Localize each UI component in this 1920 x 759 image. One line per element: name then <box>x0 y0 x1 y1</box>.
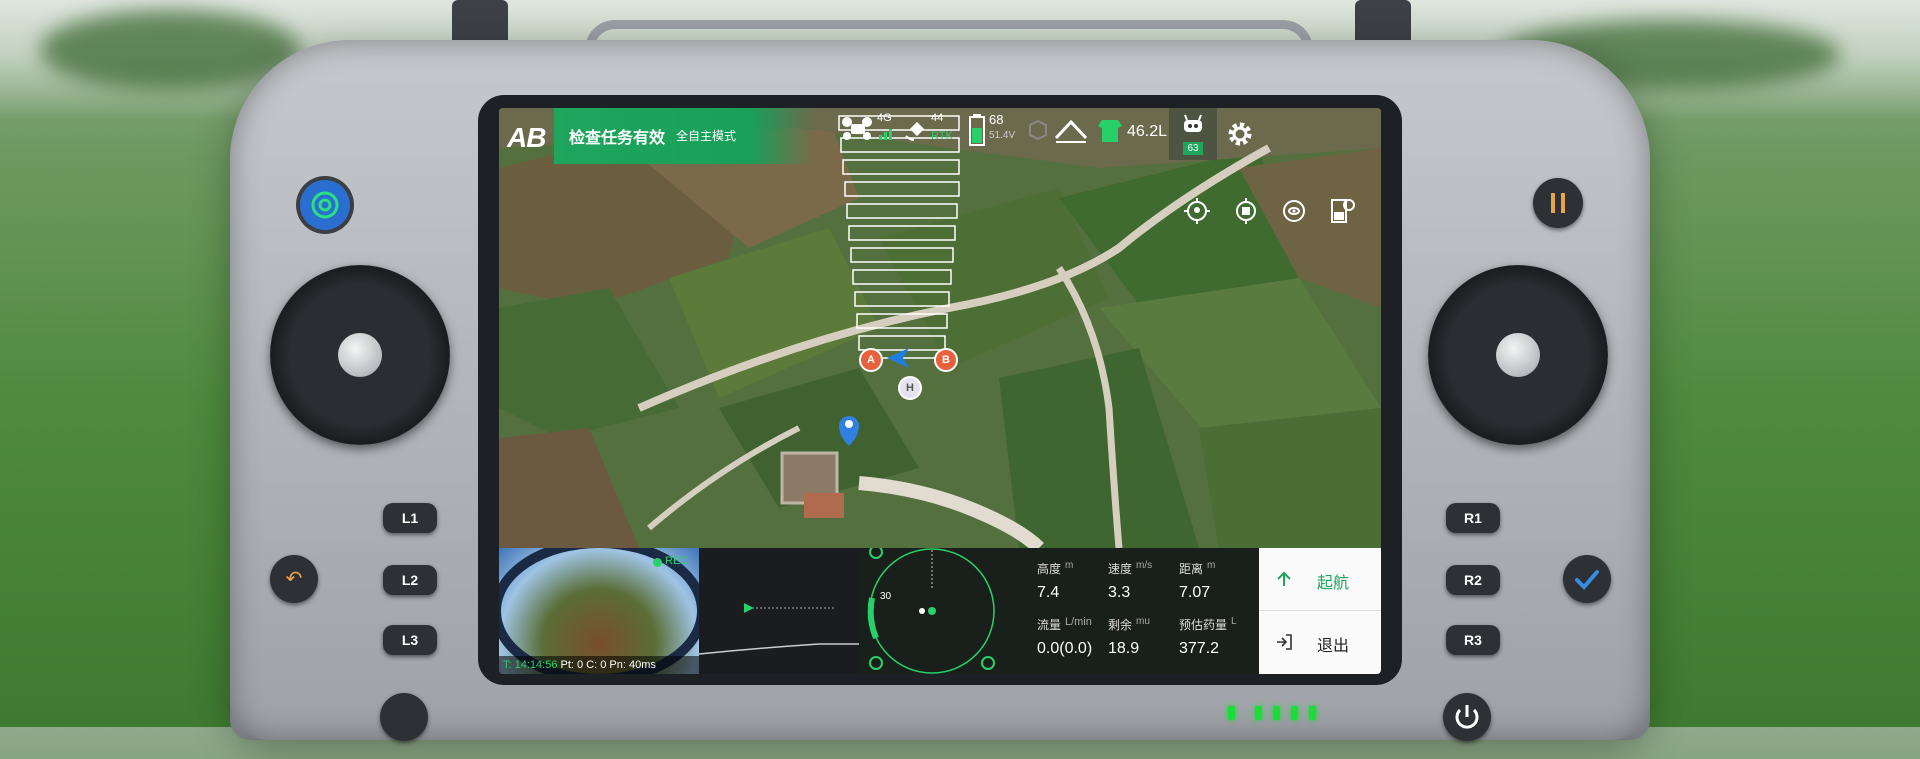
left-joystick-cap <box>338 333 382 377</box>
profile-drone-icon <box>744 603 754 613</box>
remaining-unit: mu <box>1136 616 1150 627</box>
altitude-profile <box>699 548 859 674</box>
tank-icon <box>1098 120 1122 142</box>
satellite-map[interactable] <box>499 108 1381 548</box>
camera-stats: Pt: 0 C: 0 Pn: 40ms <box>560 659 656 671</box>
battery-voltage: 51.4V <box>989 130 1016 141</box>
distance-value: 7.07 <box>1179 584 1211 601</box>
power-button[interactable] <box>1443 693 1491 741</box>
fpv-camera-view[interactable]: REC T: 14:14:56 Pt: 0 C: 0 Pn: 40ms <box>499 548 699 674</box>
satellite-icon <box>905 121 925 141</box>
status-led <box>1255 706 1262 720</box>
rtk-satellite-count: 44 <box>931 112 944 124</box>
speed-label: 速度 <box>1108 562 1133 576</box>
action-panel: 起航 退出 <box>1259 548 1381 674</box>
remaining-label: 剩余 <box>1108 618 1133 632</box>
drone-badge: 63 <box>1183 142 1203 155</box>
distance-label: 距离 <box>1179 562 1204 576</box>
confirm-button[interactable] <box>1563 555 1611 603</box>
r3-button[interactable]: R3 <box>1446 625 1500 655</box>
signal-icon <box>311 191 339 219</box>
radar-beacon-icon <box>981 656 995 670</box>
radar-beacon-icon <box>869 656 883 670</box>
signal-strength-icon <box>879 129 892 140</box>
locate-drone-icon[interactable] <box>1182 196 1212 226</box>
settings-gear-icon[interactable] <box>1226 120 1254 148</box>
speed-value: 3.3 <box>1108 584 1131 601</box>
drone-status-tile[interactable]: 63 <box>1169 108 1217 160</box>
exit-label: 退出 <box>1317 638 1350 655</box>
speed-unit: m/s <box>1136 560 1153 571</box>
estimated-dose-value: 377.2 <box>1179 640 1220 657</box>
back-button[interactable]: ↶ <box>270 555 318 603</box>
signal-button[interactable] <box>300 180 350 230</box>
battery-icon <box>969 114 985 146</box>
flow-unit: L/min <box>1065 616 1092 628</box>
radar-compass <box>867 548 995 674</box>
camera-timestamp: T: 14:14:56 Pt: 0 C: 0 Pn: 40ms <box>499 656 699 674</box>
bottom-left-button[interactable] <box>380 693 428 741</box>
exit-icon <box>1277 634 1292 650</box>
drone-robot-icon <box>1184 114 1202 132</box>
flight-mode-text: 全自主模式 <box>676 129 737 143</box>
height-value: 7.4 <box>1037 584 1060 601</box>
r1-button[interactable]: R1 <box>1446 503 1500 533</box>
status-led <box>1228 706 1235 720</box>
r2-button[interactable]: R2 <box>1446 565 1500 595</box>
takeoff-label: 起航 <box>1317 575 1350 592</box>
l1-button[interactable]: L1 <box>383 503 437 533</box>
rtk-label: RTK <box>931 130 953 142</box>
map-layers-icon[interactable] <box>1327 196 1357 226</box>
l3-button[interactable]: L3 <box>383 625 437 655</box>
check-icon <box>1575 570 1599 590</box>
takeoff-button[interactable]: 起航 <box>1259 548 1381 611</box>
power-icon <box>1455 705 1479 729</box>
height-unit: m <box>1065 560 1074 571</box>
flow-value: 0.0(0.0) <box>1037 640 1093 657</box>
record-dot-icon <box>653 558 662 567</box>
arrow-up-icon <box>1277 571 1291 586</box>
estimated-dose-label: 预估药量 <box>1179 618 1228 632</box>
pause-button[interactable] <box>1533 178 1583 228</box>
battery-percent: 68 <box>989 112 1004 127</box>
flow-label: 流量 <box>1037 618 1062 632</box>
exit-button[interactable]: 退出 <box>1259 611 1381 673</box>
terrain-follow-icon <box>1054 119 1088 143</box>
home-point[interactable]: H <box>898 376 922 400</box>
locate-target-icon[interactable] <box>1231 196 1261 226</box>
remaining-value: 18.9 <box>1108 640 1140 657</box>
left-joystick[interactable] <box>270 265 450 445</box>
right-joystick[interactable] <box>1428 265 1608 445</box>
drone-icon <box>842 117 872 140</box>
hexagon-icon <box>1029 120 1047 140</box>
tank-volume: 46.2L <box>1127 123 1168 140</box>
right-joystick-cap <box>1496 333 1540 377</box>
app-screen: A B H AB 检查任务有效 全自主模式 4G 44 RTK 68 51.4V… <box>499 108 1381 674</box>
view-rotate-icon[interactable] <box>1279 196 1309 226</box>
signal-4g-label: 4G <box>877 112 892 124</box>
height-label: 高度 <box>1037 562 1062 576</box>
route-point-a[interactable]: A <box>859 348 883 372</box>
radar-beacon-icon <box>869 548 883 559</box>
record-tag: REC <box>665 555 689 567</box>
status-led <box>1273 706 1280 720</box>
status-led <box>1309 706 1316 720</box>
pause-icon <box>1551 193 1565 213</box>
status-led <box>1291 706 1298 720</box>
route-point-b[interactable]: B <box>934 348 958 372</box>
distance-unit: m <box>1207 560 1216 571</box>
l2-button[interactable]: L2 <box>383 565 437 595</box>
ab-logo: AB <box>507 122 546 153</box>
task-status-text: 检查任务有效 <box>569 130 666 147</box>
radar-heading: 30 <box>880 591 892 602</box>
estimated-dose-unit: L <box>1231 616 1237 627</box>
camera-time: T: 14:14:56 <box>503 659 558 671</box>
bottom-panel: REC T: 14:14:56 Pt: 0 C: 0 Pn: 40ms 30 高… <box>499 548 1381 674</box>
